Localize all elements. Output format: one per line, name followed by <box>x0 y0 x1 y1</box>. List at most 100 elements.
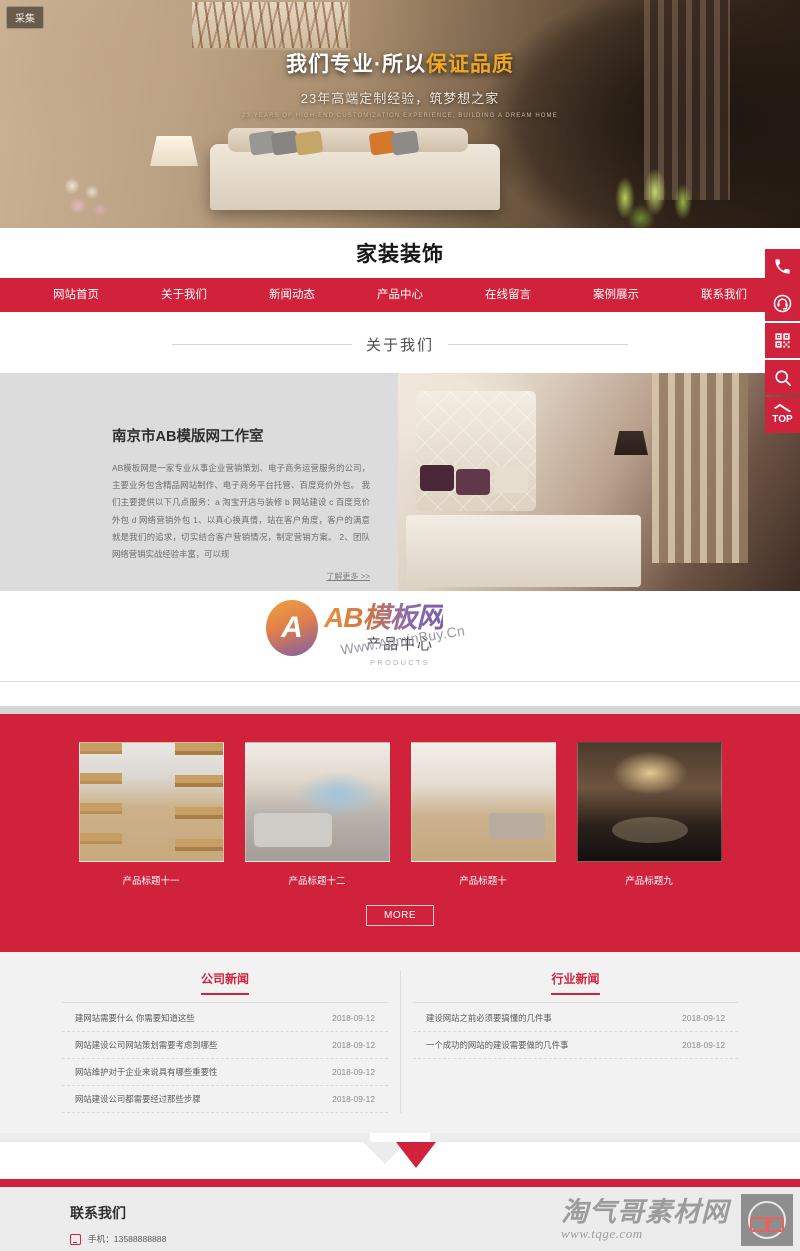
product-card[interactable]: 产品标题十 <box>410 742 556 887</box>
news-header-rule <box>62 1002 388 1003</box>
nav-item-cases[interactable]: 案例展示 <box>562 278 670 312</box>
phone-icon[interactable] <box>765 249 800 284</box>
news-item-title: 建设网站之前必须要搞懂的几件事 <box>426 1013 552 1023</box>
news-list-item[interactable]: 网站建设公司网站策划需要考虑到哪些 2018-09-12 <box>62 1032 388 1059</box>
search-icon[interactable] <box>765 360 800 395</box>
news-item-date: 2018-09-12 <box>332 1094 375 1104</box>
about-image <box>398 373 800 591</box>
main-navigation: 网站首页 关于我们 新闻动态 产品中心 在线留言 案例展示 联系我们 <box>0 278 800 312</box>
back-to-top-button[interactable]: TOP <box>765 397 800 433</box>
hero-banner: 我们专业·所以保证品质 23年高端定制经验，筑梦想之家 23 YEARS OF … <box>0 0 800 228</box>
product-card[interactable]: 产品标题十一 <box>78 742 224 887</box>
banner-wall-art <box>190 0 350 50</box>
divider-bar-right <box>430 1133 800 1142</box>
news-section: 公司新闻 建网站需要什么 你需要知道这些 2018-09-12 网站建设公司网站… <box>0 952 800 1133</box>
about-image-pillow <box>494 467 528 493</box>
products-title-cn: 产品中心 <box>365 636 434 653</box>
products-title-en: PRODUCTS <box>370 658 430 667</box>
banner-headline-plain: 我们专业·所以 <box>286 53 426 76</box>
page-root: 我们专业·所以保证品质 23年高端定制经验，筑梦想之家 23 YEARS OF … <box>0 0 800 1251</box>
back-to-top-label: TOP <box>772 413 793 425</box>
news-list-item[interactable]: 网站建设公司都需要经过那些步骤 2018-09-12 <box>62 1086 388 1113</box>
chevron-up-icon <box>773 403 792 415</box>
about-image-bed <box>406 515 641 587</box>
title-rule-left <box>171 344 352 345</box>
company-news-header: 公司新闻 <box>62 970 388 1002</box>
news-item-title: 网站维护对于企业来说具有哪些重要性 <box>75 1067 218 1077</box>
news-item-title: 网站建设公司网站策划需要考虑到哪些 <box>75 1040 218 1050</box>
about-heading: 南京市AB模版网工作室 <box>112 429 264 445</box>
products-section-title: 产品中心 PRODUCTS <box>0 615 800 681</box>
qrcode-icon[interactable] <box>765 323 800 358</box>
banner-headline-highlight: 保证品质 <box>426 53 514 76</box>
product-card[interactable]: 产品标题十二 <box>244 742 390 887</box>
logo-bar: 家装装饰 <box>0 228 800 278</box>
news-item-date: 2018-09-12 <box>682 1040 725 1050</box>
product-name: 产品标题十二 <box>288 876 346 887</box>
banner-subline: 23年高端定制经验，筑梦想之家 <box>300 91 500 106</box>
product-image <box>244 742 390 862</box>
site-logo[interactable]: 家装装饰 <box>356 238 444 268</box>
news-item-date: 2018-09-12 <box>332 1013 375 1023</box>
capture-button[interactable]: 采集 <box>6 6 44 29</box>
about-body: AB模板网是一家专业从事企业营销策划、电子商务运营服务的公司，主要业务包含精品网… <box>112 463 370 560</box>
banner-plant <box>595 158 715 228</box>
banner-pillow <box>294 130 324 156</box>
company-news-title: 公司新闻 <box>200 970 249 995</box>
product-name: 产品标题十 <box>459 876 507 887</box>
product-image <box>410 742 556 862</box>
news-item-date: 2018-09-12 <box>682 1013 725 1023</box>
products-grid: 产品标题十一 产品标题十二 产品标题十 产品标题九 <box>0 742 800 887</box>
nav-item-news[interactable]: 新闻动态 <box>238 278 346 312</box>
floating-side-toolbar: TOP <box>765 249 800 435</box>
footer-top-bar <box>0 1179 800 1187</box>
badge-url: www.tqge.com <box>561 1226 643 1242</box>
badge-logo <box>741 1194 793 1246</box>
nav-item-about[interactable]: 关于我们 <box>130 278 238 312</box>
customer-service-icon[interactable] <box>765 286 800 321</box>
news-header-rule <box>413 1002 738 1003</box>
section-spacer <box>0 682 800 706</box>
industry-news-column: 行业新闻 建设网站之前必须要搞懂的几件事 2018-09-12 一个成功的网站的… <box>400 970 750 1113</box>
about-more-link[interactable]: 了解更多 >> <box>112 571 370 582</box>
banner-english-line: 23 YEARS OF HIGH-END CUSTOMIZATION EXPER… <box>242 113 558 119</box>
company-news-column: 公司新闻 建网站需要什么 你需要知道这些 2018-09-12 网站建设公司网站… <box>50 970 400 1113</box>
glasses-bridge <box>765 1220 773 1223</box>
banner-pillow <box>390 130 420 156</box>
about-image-lamp <box>614 431 648 455</box>
product-name: 产品标题九 <box>625 876 673 887</box>
nav-item-products[interactable]: 产品中心 <box>346 278 454 312</box>
badge-title: 淘气哥素材网 <box>561 1196 729 1227</box>
nav-item-contact[interactable]: 联系我们 <box>670 278 778 312</box>
divider-triangle-red <box>396 1142 436 1168</box>
news-list-item[interactable]: 建网站需要什么 你需要知道这些 2018-09-12 <box>62 1005 388 1032</box>
about-image-pillow <box>420 465 454 491</box>
news-item-title: 建网站需要什么 你需要知道这些 <box>75 1013 195 1023</box>
nav-item-home[interactable]: 网站首页 <box>22 278 130 312</box>
site-watermark-badge: 淘气哥素材网 www.tqge.com <box>545 1189 800 1251</box>
about-section-title: 关于我们 <box>0 312 800 373</box>
news-list-item[interactable]: 建设网站之前必须要搞懂的几件事 2018-09-12 <box>413 1005 738 1032</box>
product-image <box>78 742 224 862</box>
title-rule-right <box>448 344 628 345</box>
industry-news-header: 行业新闻 <box>413 970 738 1002</box>
news-list-item[interactable]: 网站维护对于企业来说具有哪些重要性 2018-09-12 <box>62 1059 388 1086</box>
banner-flowers <box>50 170 120 222</box>
product-card[interactable]: 产品标题九 <box>576 742 722 887</box>
news-list-item[interactable]: 一个成功的网站的建设需要做的几件事 2018-09-12 <box>413 1032 738 1059</box>
footer-phone-text: 手机：13588888888 <box>88 1234 167 1244</box>
banner-lamp <box>150 136 198 166</box>
banner-text-block: 我们专业·所以保证品质 23年高端定制经验，筑梦想之家 23 YEARS OF … <box>0 48 800 119</box>
phone-icon <box>70 1233 81 1245</box>
section-divider <box>0 1133 800 1179</box>
news-item-title: 网站建设公司都需要经过那些步骤 <box>75 1094 201 1104</box>
about-image-pillow <box>456 469 490 495</box>
about-section: 南京市AB模版网工作室 AB模板网是一家专业从事企业营销策划、电子商务运营服务的… <box>0 373 800 591</box>
news-item-date: 2018-09-12 <box>332 1067 375 1077</box>
banner-headline: 我们专业·所以保证品质 <box>0 48 800 78</box>
products-more-button[interactable]: MORE <box>366 905 434 926</box>
news-item-title: 一个成功的网站的建设需要做的几件事 <box>426 1040 569 1050</box>
glasses-icon <box>748 1201 786 1239</box>
divider-bar-left <box>0 1133 370 1142</box>
nav-item-message[interactable]: 在线留言 <box>454 278 562 312</box>
